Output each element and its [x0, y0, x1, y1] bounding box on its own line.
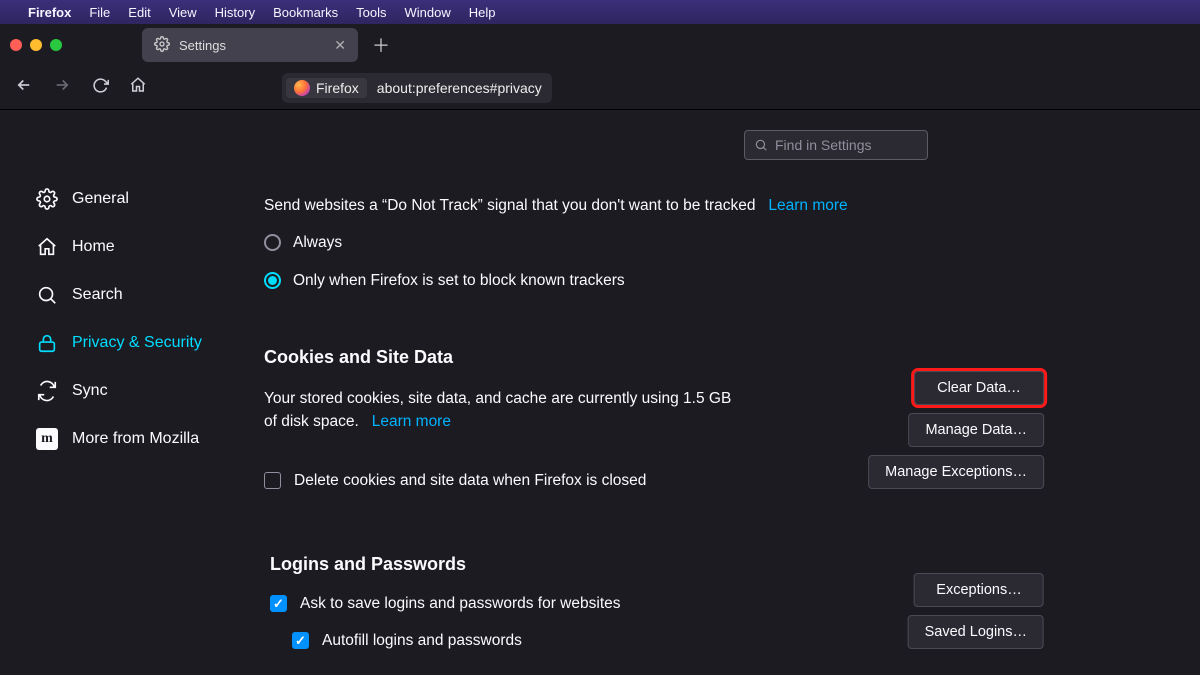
logins-exceptions-button[interactable]: Exceptions…: [914, 573, 1044, 607]
dnt-radio-group: Always Only when Firefox is set to block…: [264, 231, 944, 292]
nav-privacy-security[interactable]: Privacy & Security: [36, 332, 236, 354]
settings-search[interactable]: Find in Settings: [744, 130, 928, 160]
nav-more-from-mozilla[interactable]: m More from Mozilla: [36, 428, 236, 450]
saved-logins-button[interactable]: Saved Logins…: [908, 615, 1044, 649]
sync-icon: [36, 380, 58, 402]
forward-button[interactable]: [52, 76, 72, 99]
gear-icon: [36, 188, 58, 210]
minimize-window-button[interactable]: [30, 39, 42, 51]
lock-icon: [36, 332, 58, 354]
nav-sync[interactable]: Sync: [36, 380, 236, 402]
gear-icon: [154, 36, 170, 55]
cookies-button-column: Clear Data… Manage Data… Manage Exceptio…: [868, 371, 1044, 489]
close-tab-icon[interactable]: ✕: [334, 37, 346, 54]
cookies-usage-text: Your stored cookies, site data, and cach…: [264, 390, 731, 430]
search-icon: [754, 138, 768, 152]
manage-exceptions-button[interactable]: Manage Exceptions…: [868, 455, 1044, 489]
dnt-text: Send websites a “Do Not Track” signal th…: [264, 197, 755, 214]
nav-label: General: [72, 190, 129, 208]
nav-label: Home: [72, 238, 115, 256]
settings-sidebar: General Home Search Privacy & Security S…: [36, 188, 236, 450]
back-button[interactable]: [14, 76, 34, 99]
app-menu[interactable]: Firefox: [28, 5, 71, 20]
nav-general[interactable]: General: [36, 188, 236, 210]
radio-label: Always: [293, 231, 342, 254]
checkbox-icon: [264, 472, 281, 489]
home-button[interactable]: [128, 76, 148, 99]
manage-data-button[interactable]: Manage Data…: [908, 413, 1044, 447]
settings-search-placeholder: Find in Settings: [775, 137, 872, 153]
menu-tools[interactable]: Tools: [356, 5, 386, 20]
nav-label: Privacy & Security: [72, 334, 202, 352]
menu-file[interactable]: File: [89, 5, 110, 20]
checkbox-label: Ask to save logins and passwords for web…: [300, 592, 621, 615]
radio-icon: [264, 234, 281, 251]
cookies-heading: Cookies and Site Data: [264, 344, 944, 371]
nav-label: More from Mozilla: [72, 430, 199, 448]
autofill-logins-row[interactable]: Autofill logins and passwords: [292, 629, 944, 652]
tab-strip: Settings ✕ ＋: [0, 24, 1200, 66]
checkbox-icon: [270, 595, 287, 612]
close-window-button[interactable]: [10, 39, 22, 51]
new-tab-button[interactable]: ＋: [366, 30, 396, 60]
menu-bookmarks[interactable]: Bookmarks: [273, 5, 338, 20]
dnt-option-always[interactable]: Always: [264, 231, 944, 254]
window-controls: [10, 39, 62, 51]
logins-section: Logins and Passwords Ask to save logins …: [264, 551, 944, 653]
search-icon: [36, 284, 58, 306]
checkbox-label: Delete cookies and site data when Firefo…: [294, 469, 646, 492]
checkbox-icon: [292, 632, 309, 649]
tab-settings[interactable]: Settings ✕: [142, 28, 358, 62]
radio-label: Only when Firefox is set to block known …: [293, 269, 625, 292]
nav-label: Sync: [72, 382, 108, 400]
nav-toolbar: Firefox about:preferences#privacy: [0, 66, 1200, 110]
checkbox-label: Autofill logins and passwords: [322, 629, 522, 652]
settings-main: Send websites a “Do Not Track” signal th…: [264, 194, 944, 652]
cookies-usage: Your stored cookies, site data, and cach…: [264, 387, 734, 434]
url-bar[interactable]: Firefox about:preferences#privacy: [282, 73, 552, 103]
ask-save-logins-row[interactable]: Ask to save logins and passwords for web…: [270, 592, 944, 615]
dnt-learn-more-link[interactable]: Learn more: [768, 197, 847, 214]
identity-label: Firefox: [316, 80, 359, 96]
menu-view[interactable]: View: [169, 5, 197, 20]
tab-title: Settings: [179, 38, 226, 53]
radio-icon: [264, 272, 281, 289]
dnt-option-only-known[interactable]: Only when Firefox is set to block known …: [264, 269, 944, 292]
reload-button[interactable]: [90, 77, 110, 99]
dnt-description: Send websites a “Do Not Track” signal th…: [264, 194, 944, 217]
mozilla-icon: m: [36, 428, 58, 450]
zoom-window-button[interactable]: [50, 39, 62, 51]
firefox-icon: [294, 80, 310, 96]
clear-data-button[interactable]: Clear Data…: [914, 371, 1044, 405]
settings-page: Find in Settings General Home Search Pri…: [0, 110, 1200, 675]
menu-edit[interactable]: Edit: [128, 5, 150, 20]
nav-label: Search: [72, 286, 123, 304]
identity-badge[interactable]: Firefox: [286, 78, 367, 98]
macos-menubar: Firefox File Edit View History Bookmarks…: [0, 0, 1200, 24]
url-text: about:preferences#privacy: [377, 80, 542, 96]
menu-window[interactable]: Window: [405, 5, 451, 20]
cookies-learn-more-link[interactable]: Learn more: [372, 413, 451, 430]
home-icon: [36, 236, 58, 258]
delete-on-close-row[interactable]: Delete cookies and site data when Firefo…: [264, 469, 944, 492]
logins-button-column: Exceptions… Saved Logins…: [908, 573, 1044, 649]
menu-help[interactable]: Help: [469, 5, 496, 20]
logins-heading: Logins and Passwords: [270, 551, 944, 578]
nav-home[interactable]: Home: [36, 236, 236, 258]
menu-history[interactable]: History: [215, 5, 255, 20]
nav-search[interactable]: Search: [36, 284, 236, 306]
